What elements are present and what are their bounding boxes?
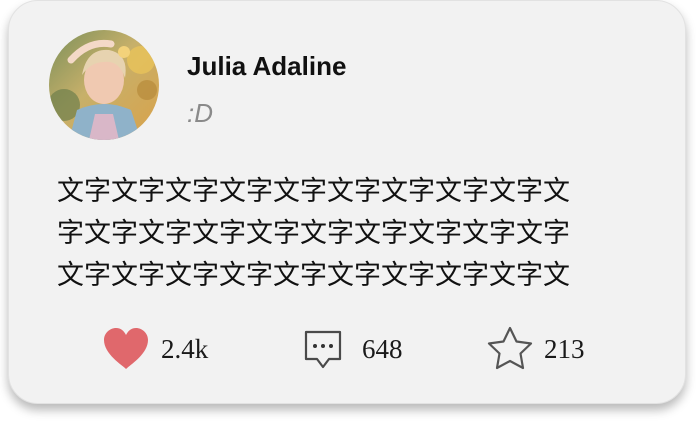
author-name[interactable]: Julia Adaline [187,51,346,82]
post-body: 文字文字文字文字文字文字文字文字文字文 字文字文字文字文字文字文字文字文字文字 … [57,171,637,297]
heart-icon [102,327,150,371]
star-icon [485,325,535,373]
post-card: Julia Adaline :D 文字文字文字文字文字文字文字文字文字文 字文字… [8,0,686,404]
author-status: :D [187,98,213,128]
like-button[interactable]: 2.4k [102,324,208,374]
favorite-count: 213 [544,333,585,364]
comment-count: 648 [362,333,403,364]
avatar-image [49,30,159,140]
post-body-line: 文字文字文字文字文字文字文字文字文字文 [57,260,570,291]
post-body-line: 字文字文字文字文字文字文字文字文字文字 [57,218,570,249]
like-count: 2.4k [161,333,209,364]
comment-icon [301,327,345,371]
avatar[interactable] [49,30,159,140]
post-body-line: 文字文字文字文字文字文字文字文字文字文 [57,176,570,207]
comment-button[interactable]: 648 [301,324,403,374]
favorite-button[interactable]: 213 [485,324,585,374]
